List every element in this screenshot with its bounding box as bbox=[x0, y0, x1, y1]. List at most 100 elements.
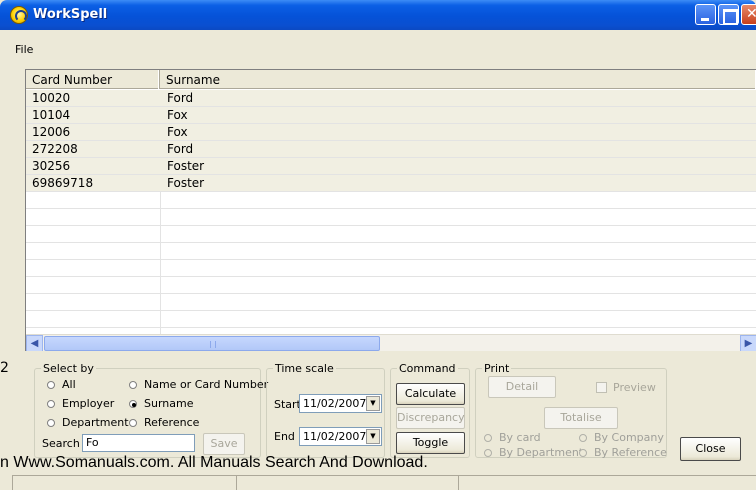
status-panel bbox=[458, 475, 756, 490]
menu-file[interactable]: File bbox=[15, 43, 33, 56]
start-date-picker[interactable]: 11/02/2007 ▼ bbox=[299, 394, 382, 413]
radio-dot-icon bbox=[484, 449, 492, 457]
chevron-down-icon[interactable]: ▼ bbox=[366, 429, 380, 444]
close-button[interactable]: Close bbox=[680, 437, 741, 461]
radio-name-or-card[interactable]: Name or Card Number bbox=[129, 378, 268, 391]
radio-dot-icon bbox=[47, 400, 55, 408]
close-window-button[interactable] bbox=[741, 4, 756, 25]
start-label: Start bbox=[274, 398, 301, 411]
search-label: Search bbox=[42, 437, 80, 450]
empty-row bbox=[26, 243, 756, 260]
radio-employer-label: Employer bbox=[62, 397, 115, 410]
radio-by-company[interactable]: By Company bbox=[579, 431, 664, 444]
cell-card: 69869718 bbox=[32, 176, 94, 190]
radio-by-department-label: By Department bbox=[499, 446, 584, 459]
end-date-value: 11/02/2007 bbox=[303, 430, 367, 443]
table-row[interactable]: 272208 Ford bbox=[26, 141, 756, 158]
radio-all-label: All bbox=[62, 378, 76, 391]
radio-dot-icon bbox=[484, 434, 492, 442]
radio-by-reference[interactable]: By Reference bbox=[579, 446, 667, 459]
list-rows: 10020 Ford 10104 Fox 12006 Fox 272208 Ford 3… bbox=[26, 90, 756, 328]
cell-card: 30256 bbox=[32, 159, 71, 173]
end-date-picker[interactable]: 11/02/2007 ▼ bbox=[299, 427, 382, 446]
select-by-legend: Select by bbox=[41, 362, 96, 375]
column-header-card-number[interactable]: Card Number bbox=[26, 70, 160, 89]
radio-surname-label: Surname bbox=[144, 397, 194, 410]
radio-all[interactable]: All bbox=[47, 378, 76, 391]
menu-bar: File bbox=[0, 30, 756, 56]
cell-card: 10020 bbox=[32, 91, 71, 105]
cell-surname: Foster bbox=[167, 159, 205, 173]
radio-department[interactable]: Department bbox=[47, 416, 129, 429]
radio-by-card[interactable]: By card bbox=[484, 431, 541, 444]
table-row[interactable]: 10020 Ford bbox=[26, 90, 756, 107]
radio-employer[interactable]: Employer bbox=[47, 397, 114, 410]
cell-surname: Ford bbox=[167, 142, 194, 156]
maximize-button[interactable] bbox=[718, 4, 739, 25]
totalise-button[interactable]: Totalise bbox=[544, 407, 618, 429]
scroll-right-icon[interactable]: ▶ bbox=[740, 335, 756, 351]
checkbox-icon bbox=[596, 382, 607, 393]
app-icon bbox=[10, 6, 28, 24]
preview-checkbox[interactable]: Preview bbox=[596, 381, 656, 394]
radio-surname[interactable]: Surname bbox=[129, 397, 193, 410]
radio-reference[interactable]: Reference bbox=[129, 416, 199, 429]
radio-by-card-label: By card bbox=[499, 431, 541, 444]
radio-dot-icon bbox=[579, 434, 587, 442]
column-header-surname[interactable]: Surname bbox=[160, 70, 756, 89]
calculate-button[interactable]: Calculate bbox=[396, 383, 465, 405]
status-panel bbox=[12, 475, 236, 490]
search-input[interactable]: Fo bbox=[82, 434, 195, 452]
radio-dot-selected-icon bbox=[129, 400, 137, 408]
radio-dot-icon bbox=[47, 381, 55, 389]
card-list[interactable]: Card Number Surname 10020 Ford 10104 Fox 1… bbox=[25, 69, 756, 351]
radio-dot-icon bbox=[47, 419, 55, 427]
empty-row bbox=[26, 311, 756, 328]
horizontal-scrollbar[interactable]: ◀ ▶ bbox=[26, 334, 756, 351]
toggle-button[interactable]: Toggle bbox=[396, 432, 465, 454]
command-group: Command Calculate Discrepancy Toggle bbox=[390, 362, 470, 458]
cell-card: 272208 bbox=[32, 142, 78, 156]
cell-surname: Fox bbox=[167, 108, 188, 122]
cell-card: 10104 bbox=[32, 108, 71, 122]
radio-department-label: Department bbox=[62, 416, 129, 429]
status-bar bbox=[0, 472, 756, 490]
empty-row bbox=[26, 294, 756, 311]
table-row[interactable]: 12006 Fox bbox=[26, 124, 756, 141]
title-bar[interactable]: WorkSpell bbox=[0, 0, 756, 30]
window-title: WorkSpell bbox=[33, 7, 108, 22]
list-header: Card Number Surname bbox=[26, 70, 756, 89]
chevron-down-icon[interactable]: ▼ bbox=[366, 396, 380, 411]
table-row[interactable]: 30256 Foster bbox=[26, 158, 756, 175]
end-label: End bbox=[274, 430, 295, 443]
empty-row bbox=[26, 192, 756, 209]
detail-button[interactable]: Detail bbox=[488, 376, 556, 398]
radio-by-department[interactable]: By Department bbox=[484, 446, 583, 459]
scroll-thumb[interactable] bbox=[44, 336, 380, 351]
radio-by-company-label: By Company bbox=[594, 431, 664, 444]
empty-row bbox=[26, 226, 756, 243]
cell-surname: Foster bbox=[167, 176, 205, 190]
radio-dot-icon bbox=[129, 381, 137, 389]
time-scale-group: Time scale Start 11/02/2007 ▼ End 11/02/2… bbox=[266, 362, 385, 458]
workspell-window: WorkSpell File Card Number Surname 10020… bbox=[0, 0, 756, 490]
empty-row bbox=[26, 209, 756, 226]
minimize-button[interactable] bbox=[695, 4, 716, 25]
preview-label: Preview bbox=[613, 381, 656, 394]
radio-name-or-card-label: Name or Card Number bbox=[144, 378, 269, 391]
cell-surname: Fox bbox=[167, 125, 188, 139]
start-date-value: 11/02/2007 bbox=[303, 397, 367, 410]
empty-row bbox=[26, 260, 756, 277]
discrepancy-button[interactable]: Discrepancy bbox=[396, 407, 465, 429]
radio-dot-icon bbox=[579, 449, 587, 457]
grip-icon bbox=[210, 341, 216, 348]
page-number-fragment: 2 bbox=[0, 360, 9, 376]
scroll-left-icon[interactable]: ◀ bbox=[26, 335, 43, 351]
save-button[interactable]: Save bbox=[203, 433, 245, 455]
table-row[interactable]: 69869718 Foster bbox=[26, 175, 756, 192]
empty-row bbox=[26, 277, 756, 294]
print-group: Print Detail Preview Totalise By card By… bbox=[475, 362, 667, 459]
table-row[interactable]: 10104 Fox bbox=[26, 107, 756, 124]
time-scale-legend: Time scale bbox=[273, 362, 336, 375]
cell-surname: Ford bbox=[167, 91, 194, 105]
